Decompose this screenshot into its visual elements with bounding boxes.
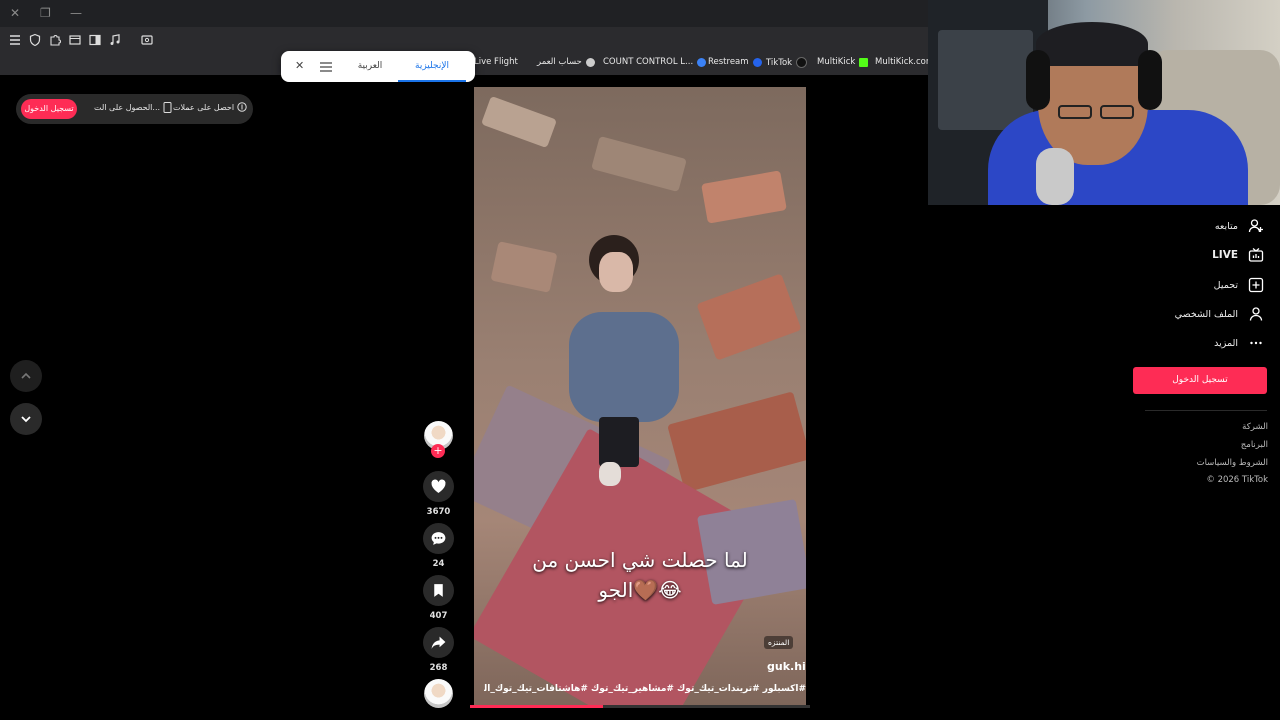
- webcam-overlay: [928, 0, 1280, 205]
- share-button[interactable]: [423, 627, 454, 658]
- nav-more-label: المزيد: [1214, 337, 1238, 349]
- add-user-icon: [1248, 219, 1263, 233]
- comment-button[interactable]: [423, 523, 454, 554]
- minimize-icon[interactable]: —: [70, 6, 82, 20]
- footer-company-link[interactable]: الشركة: [1242, 422, 1268, 432]
- chevron-down-icon: [21, 416, 31, 423]
- nav-more[interactable]: المزيد: [1214, 335, 1264, 351]
- music-disc-avatar[interactable]: [424, 679, 453, 708]
- video-hashtags[interactable]: #اكسبلور #تريندات_تيك_توك #مشاهير_تيك_تو…: [484, 684, 806, 694]
- get-coins-label: احصل على عملات: [173, 102, 235, 112]
- sidebar-icon[interactable]: [88, 33, 102, 47]
- nav-following-label: متابعه: [1214, 220, 1238, 232]
- close-icon[interactable]: ✕: [10, 6, 20, 20]
- next-video-button[interactable]: [10, 403, 42, 435]
- globe-icon: [585, 57, 595, 67]
- bookmark-item[interactable]: Live Flight: [474, 57, 518, 67]
- menu-icon[interactable]: [8, 33, 22, 47]
- tabs-icon[interactable]: [68, 33, 82, 47]
- bookmark-label: MultiKick.com: [875, 57, 935, 67]
- save-button[interactable]: [423, 575, 454, 606]
- browser-toolbar: [0, 27, 928, 74]
- footer-program-link[interactable]: البرنامج: [1241, 440, 1268, 450]
- phone-icon: [163, 102, 172, 113]
- bookmark-label: Live Flight: [474, 57, 518, 67]
- follow-plus-icon[interactable]: +: [431, 444, 445, 458]
- footer-copyright: © 2026 TikTok: [1206, 475, 1268, 485]
- chevron-up-icon: [21, 372, 31, 379]
- options-menu-icon[interactable]: [319, 59, 333, 78]
- share-count: 268: [429, 663, 448, 673]
- like-button[interactable]: [423, 471, 454, 502]
- nav-upload[interactable]: تحميل: [1214, 277, 1264, 293]
- more-dots-icon: [1250, 341, 1262, 345]
- restore-icon[interactable]: ❐: [40, 6, 51, 20]
- tab-arabic[interactable]: العربية: [336, 51, 404, 82]
- login-button[interactable]: تسجيل الدخول: [21, 99, 77, 119]
- bookmark-label: MultiKick: [817, 57, 856, 67]
- promoted-badge: المنتزه: [764, 636, 794, 649]
- get-coins-link[interactable]: احصل على عملات: [173, 102, 247, 112]
- save-count: 407: [429, 611, 448, 621]
- nav-profile-label: الملف الشخصي: [1174, 308, 1238, 320]
- footer-terms-link[interactable]: الشروط والسياسات: [1197, 458, 1268, 468]
- restream-icon: [752, 57, 762, 67]
- get-app-label: الحصول على الت...: [94, 103, 161, 112]
- bookmark-label: Restream: [708, 57, 749, 67]
- bookmark-label: حساب العمر: [537, 57, 582, 67]
- previous-video-button[interactable]: [10, 360, 42, 392]
- progress-fill: [470, 705, 603, 708]
- nav-following[interactable]: متابعه: [1215, 218, 1264, 234]
- like-count: 3670: [426, 507, 451, 517]
- bookmark-item[interactable]: MultiKick: [817, 57, 869, 67]
- author-handle[interactable]: guk.hik: [767, 660, 806, 673]
- bookmark-item[interactable]: MultiKick.com: [875, 57, 934, 67]
- translate-popup: ✕ العربية الإنجليزية: [281, 51, 475, 82]
- video-player[interactable]: لما حصلت شي احسن من الجو🤎😂 المنتزه guk.h…: [474, 87, 806, 707]
- browser-titlebar: ✕ ❐ —: [0, 0, 928, 27]
- person-icon: [1249, 307, 1263, 321]
- bookmark-label: TikTok: [766, 57, 793, 68]
- bookmark-item[interactable]: COUNT CONTROL L...: [603, 57, 707, 67]
- heart-icon: [431, 479, 446, 493]
- nav-profile[interactable]: الملف الشخصي: [1175, 306, 1264, 322]
- bookmark-item[interactable]: Restream: [708, 57, 762, 67]
- bookmark-label: COUNT CONTROL L...: [603, 57, 694, 67]
- bookmark-item[interactable]: حساب العمر: [537, 57, 595, 67]
- divider: [1145, 410, 1267, 411]
- bookmark-favicon-icon: [697, 57, 707, 67]
- close-icon[interactable]: ✕: [295, 59, 304, 72]
- top-action-pill: تسجيل الدخول الحصول على الت... احصل على …: [16, 94, 253, 124]
- share-icon: [431, 636, 446, 649]
- nav-live-label: LIVE: [1212, 249, 1238, 261]
- video-caption-line-1: لما حصلت شي احسن من: [532, 548, 748, 572]
- nav-live[interactable]: LIVE: [1212, 247, 1264, 263]
- comment-count: 24: [432, 559, 445, 569]
- video-progress-bar[interactable]: [470, 705, 810, 708]
- nav-upload-label: تحميل: [1213, 279, 1238, 291]
- puzzle-icon[interactable]: [48, 33, 62, 47]
- music-icon[interactable]: [108, 33, 122, 47]
- tiktok-icon: [796, 57, 808, 68]
- live-tv-icon: [1248, 248, 1264, 262]
- tab-english[interactable]: الإنجليزية: [398, 51, 466, 82]
- sidebar-login-button[interactable]: تسجيل الدخول: [1133, 367, 1267, 394]
- coin-icon: [237, 102, 247, 112]
- screenshot-icon[interactable]: [140, 33, 154, 47]
- kick-icon: [859, 57, 869, 67]
- upload-plus-icon: [1248, 277, 1264, 293]
- bookmark-icon: [434, 584, 443, 597]
- comment-icon: [431, 532, 446, 545]
- video-caption-line-2: الجو🤎😂: [598, 578, 682, 602]
- shield-icon[interactable]: [28, 33, 42, 47]
- get-app-link[interactable]: الحصول على الت...: [94, 102, 172, 113]
- bookmark-item[interactable]: TikTok: [766, 57, 808, 68]
